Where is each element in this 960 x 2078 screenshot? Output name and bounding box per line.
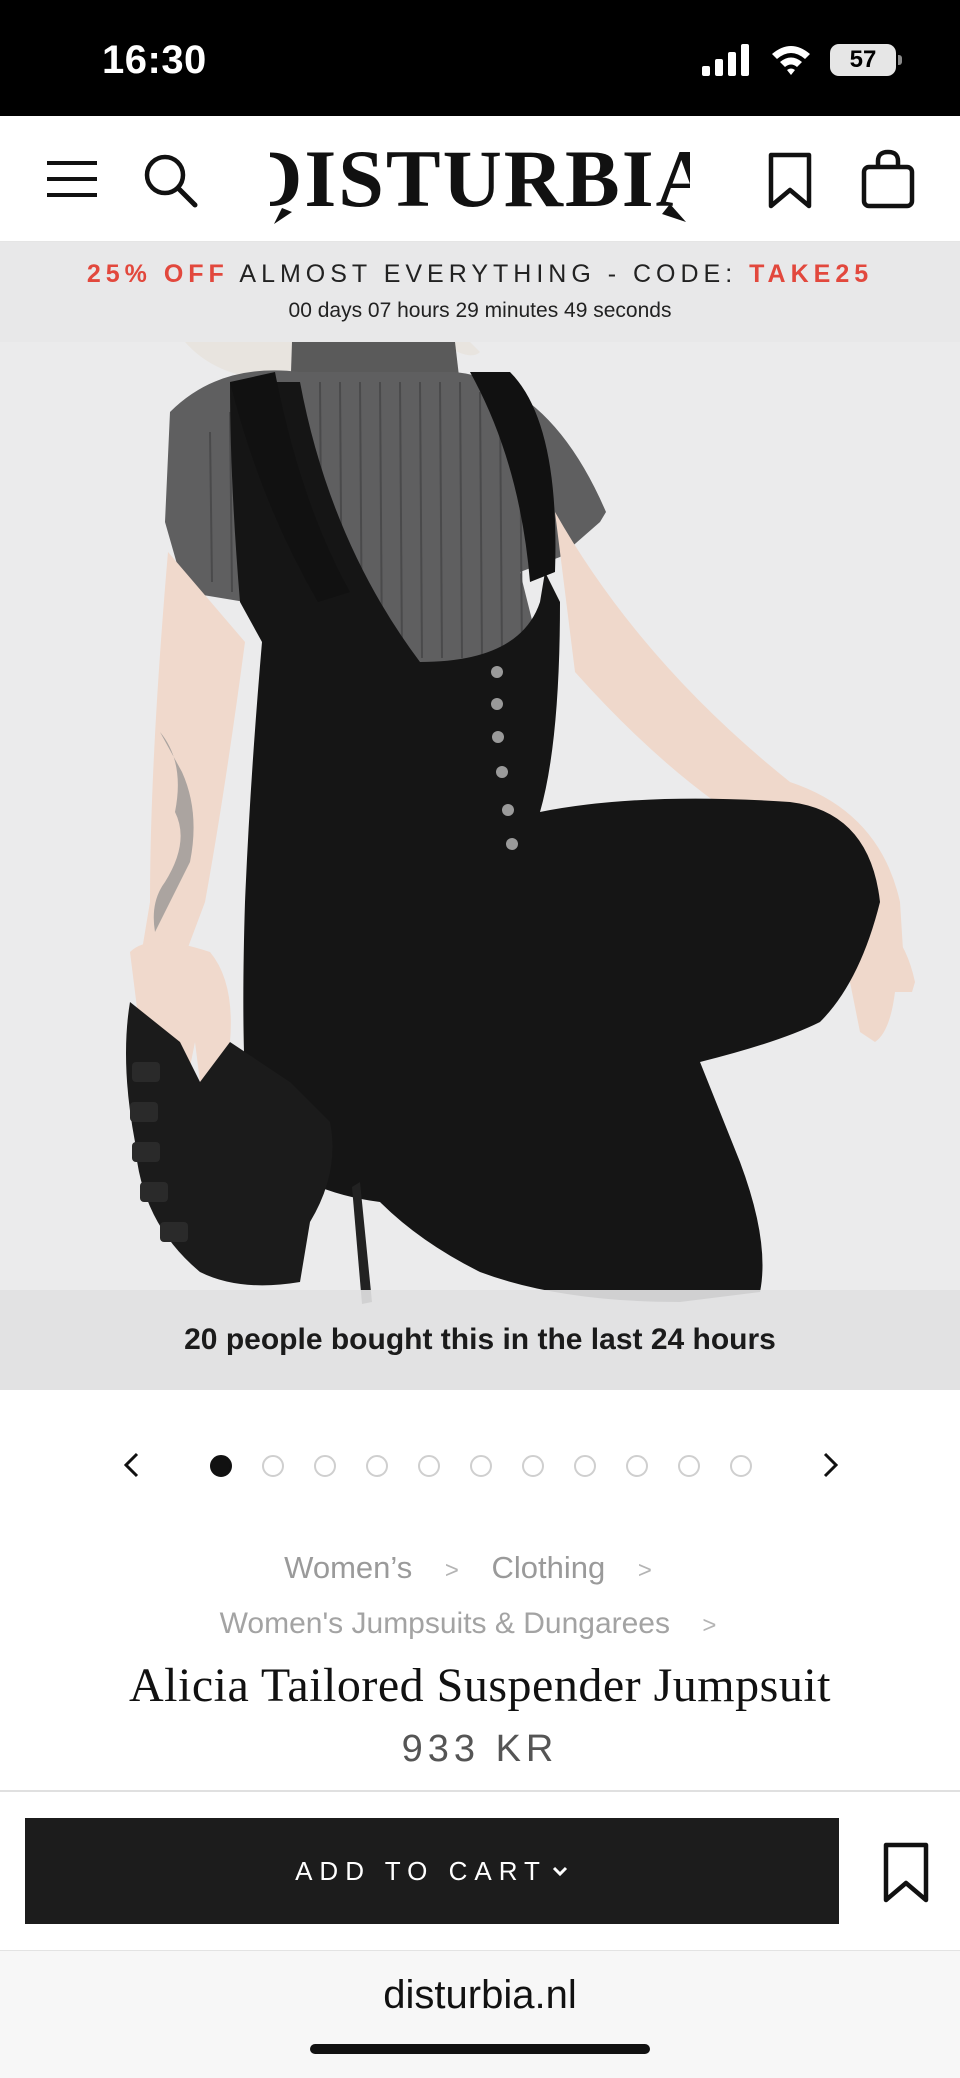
menu-button[interactable]: [42, 154, 102, 204]
breadcrumb-separator: >: [637, 1557, 652, 1584]
bookmark-icon: [768, 152, 812, 209]
promo-headline: 25% OFF ALMOST EVERYTHING - CODE: TAKE25: [0, 260, 960, 289]
carousel-dot[interactable]: [522, 1455, 544, 1477]
promo-countdown: 00 days 07 hours 29 minutes 49 seconds: [288, 299, 672, 322]
wifi-icon: [772, 46, 810, 75]
carousel-dot[interactable]: [314, 1455, 336, 1477]
add-to-cart-button[interactable]: ADD TO CART: [25, 1818, 839, 1924]
carousel-dot[interactable]: [262, 1455, 284, 1477]
promo-message: ALMOST EVERYTHING - CODE:: [239, 260, 738, 288]
product-photo-illustration: [0, 342, 960, 1390]
shopping-bag-icon: [861, 149, 915, 209]
carousel-dot[interactable]: [418, 1455, 440, 1477]
product-price: 933 KR: [401, 1728, 559, 1770]
wishlist-header-button[interactable]: [762, 148, 818, 214]
cart-button[interactable]: [858, 146, 918, 212]
breadcrumb: Women’s > Clothing >: [0, 1550, 960, 1586]
carousel-next-button[interactable]: [806, 1440, 856, 1490]
carousel-dot[interactable]: [210, 1455, 232, 1477]
status-icons: 57: [702, 44, 902, 76]
social-proof-banner: 20 people bought this in the last 24 hou…: [0, 1290, 960, 1390]
status-time: 16:30: [102, 38, 207, 82]
breadcrumb-separator: >: [702, 1612, 717, 1639]
carousel-dot[interactable]: [470, 1455, 492, 1477]
chevron-down-icon: [551, 1864, 569, 1878]
hamburger-menu-icon: [47, 161, 97, 197]
search-button[interactable]: [138, 148, 202, 212]
breadcrumb-row-2: Women's Jumpsuits & Dungarees >: [0, 1607, 960, 1641]
carousel-dot[interactable]: [574, 1455, 596, 1477]
carousel-dot[interactable]: [626, 1455, 648, 1477]
status-bar: 16:30 57: [0, 0, 960, 116]
search-icon: [144, 154, 198, 208]
bookmark-icon: [883, 1842, 929, 1903]
breadcrumb-jumpsuits-dungarees[interactable]: Women's Jumpsuits & Dungarees: [220, 1607, 670, 1640]
carousel-dots: [210, 1455, 752, 1477]
carousel-prev-button[interactable]: [106, 1440, 156, 1490]
carousel-dot[interactable]: [730, 1455, 752, 1477]
product-title: Alicia Tailored Suspender Jumpsuit: [129, 1659, 831, 1712]
battery-icon: 57: [830, 44, 902, 76]
chevron-left-icon: [123, 1452, 139, 1478]
add-to-wishlist-button[interactable]: [876, 1838, 936, 1908]
breadcrumb-clothing[interactable]: Clothing: [491, 1550, 605, 1585]
add-to-cart-label: ADD TO CART: [295, 1855, 547, 1886]
promo-discount: 25% OFF: [86, 260, 229, 288]
image-carousel-controls: [0, 1420, 960, 1514]
promo-banner[interactable]: 25% OFF ALMOST EVERYTHING - CODE: TAKE25…: [0, 242, 960, 342]
disturbia-logo: DISTURBIA: [270, 134, 690, 224]
breadcrumb-separator: >: [444, 1557, 459, 1584]
home-indicator[interactable]: [310, 2044, 650, 2054]
carousel-dot[interactable]: [678, 1455, 700, 1477]
url-text[interactable]: disturbia.nl: [0, 1973, 960, 2018]
carousel-dot[interactable]: [366, 1455, 388, 1477]
svg-text:DISTURBIA: DISTURBIA: [270, 134, 690, 224]
promo-code: TAKE25: [749, 260, 874, 288]
site-logo[interactable]: DISTURBIA: [270, 134, 690, 226]
site-header: DISTURBIA: [0, 116, 960, 242]
cellular-signal-icon: [702, 44, 749, 76]
chevron-right-icon: [823, 1452, 839, 1478]
browser-url-bar[interactable]: disturbia.nl: [0, 1950, 960, 2078]
breadcrumb-womens[interactable]: Women’s: [284, 1550, 412, 1585]
product-image[interactable]: 20 people bought this in the last 24 hou…: [0, 342, 960, 1390]
divider: [0, 1790, 960, 1792]
